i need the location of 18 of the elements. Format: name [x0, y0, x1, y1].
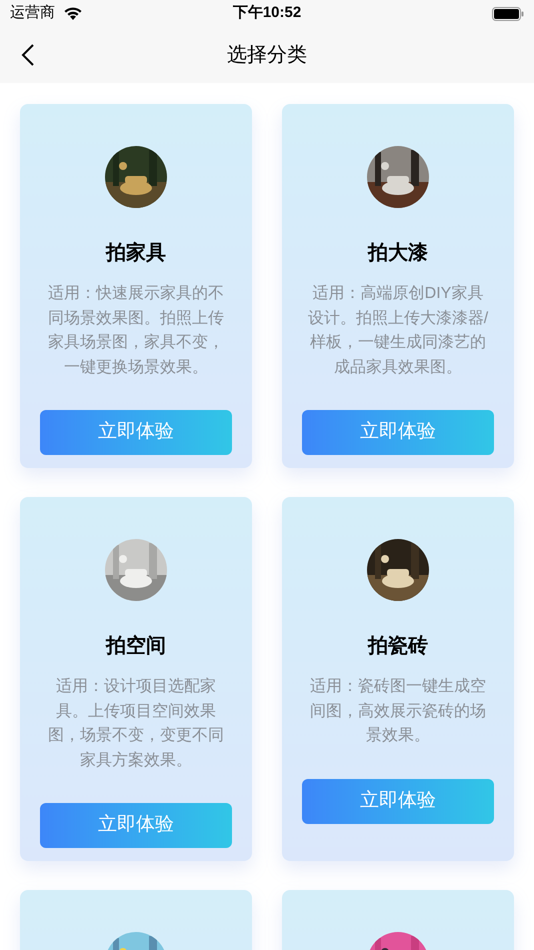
- card-description: 适用：设计项目选配家具。上传项目空间效果图，场景不变，变更不同家具方案效果。: [47, 676, 225, 770]
- back-icon: [21, 43, 35, 67]
- card-description: 适用：瓷砖图一键生成空间图，高效展示瓷砖的场景效果。: [309, 676, 487, 746]
- card-title: 拍大漆: [368, 241, 428, 266]
- wifi-icon: [63, 6, 83, 21]
- card-title: 拍空间: [106, 634, 166, 659]
- battery-icon: [492, 6, 524, 20]
- category-card[interactable]: 拍家具 适用：快速展示家具的不同场景效果图。拍照上传家具场景图，家具不变，一键更换场景效果。 立即体验: [20, 104, 252, 468]
- category-card[interactable]: 拍大漆 适用：高端原创DIY家具设计。拍照上传大漆漆器/样板，一键生成同漆艺的成品家具效果图。 立即体验: [282, 104, 514, 468]
- card-title: 拍瓷砖: [368, 634, 428, 659]
- card-description: 适用：快速展示家具的不同场景效果图。拍照上传家具场景图，家具不变，一键更换场景效果。: [47, 284, 225, 378]
- time-label: 下午10:52: [232, 3, 302, 24]
- card-description: 适用：高端原创DIY家具设计。拍照上传大漆漆器/样板，一键生成同漆艺的成品家具效果图。: [306, 284, 490, 378]
- category-card[interactable]: 拍瓷砖 适用：瓷砖图一键生成空间图，高效展示瓷砖的场景效果。 立即体验: [282, 497, 514, 861]
- carrier-label: 运营商: [10, 3, 55, 24]
- page-title: 选择分类: [227, 43, 307, 68]
- card-title: 拍家具: [106, 240, 166, 266]
- category-card[interactable]: 拍空间 适用：设计项目选配家具。上传项目空间效果图，场景不变，变更不同家具方案效果。 立即体验: [20, 497, 252, 861]
